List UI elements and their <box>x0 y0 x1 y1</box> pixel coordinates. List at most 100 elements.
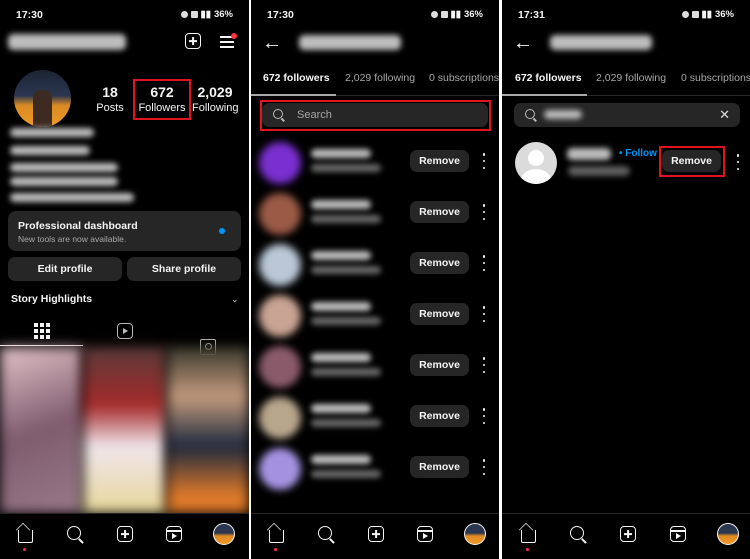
posts-stat[interactable]: 18 Posts <box>92 84 128 115</box>
more-options-icon[interactable] <box>481 408 487 424</box>
notification-dot <box>526 548 529 551</box>
home-icon <box>17 530 33 543</box>
follower-row: Remove <box>251 239 499 290</box>
follower-username-blurred[interactable] <box>311 251 371 260</box>
remove-button[interactable]: Remove <box>410 354 469 376</box>
tab-followers[interactable]: 672 followers <box>515 72 582 84</box>
remove-button[interactable]: Remove <box>410 201 469 223</box>
nav-create[interactable] <box>617 523 639 545</box>
tab-subscriptions[interactable]: 0 subscriptions <box>429 72 499 84</box>
follower-fullname-blurred <box>311 419 381 427</box>
more-options-icon[interactable] <box>481 255 487 271</box>
back-arrow-icon[interactable]: ← <box>262 33 282 53</box>
nav-profile[interactable] <box>213 523 235 545</box>
post-thumbnail[interactable] <box>166 347 249 513</box>
remove-button[interactable]: Remove <box>410 456 469 478</box>
follower-username-blurred[interactable] <box>311 200 371 209</box>
share-profile-button[interactable]: Share profile <box>127 257 241 281</box>
remove-button[interactable]: Remove <box>410 150 469 172</box>
grid-tab-icon[interactable] <box>34 323 50 339</box>
more-options-icon[interactable] <box>481 459 487 475</box>
battery-level: 36% <box>714 9 734 20</box>
more-options-icon[interactable] <box>481 204 487 220</box>
tab-subscriptions[interactable]: 0 subscriptions <box>681 72 750 84</box>
post-thumbnail[interactable] <box>83 347 166 513</box>
plus-icon <box>620 526 636 542</box>
status-bar: 17:30 ▮▮ 36% <box>251 9 499 23</box>
nav-home[interactable] <box>517 523 539 551</box>
nav-create[interactable] <box>365 523 387 545</box>
alarm-icon <box>180 11 188 18</box>
profile-avatar[interactable] <box>14 70 71 127</box>
follower-avatar[interactable] <box>259 244 301 286</box>
notification-dot <box>23 548 26 551</box>
post-thumbnail[interactable] <box>0 347 83 513</box>
more-options-icon[interactable] <box>481 153 487 169</box>
nav-reels[interactable] <box>667 523 689 545</box>
follower-username-blurred[interactable] <box>311 353 371 362</box>
tab-following[interactable]: 2,029 following <box>345 72 415 84</box>
follower-fullname-blurred <box>311 215 381 223</box>
nav-home[interactable] <box>265 523 287 551</box>
follower-avatar[interactable] <box>259 142 301 184</box>
follower-row: Remove <box>251 443 499 494</box>
follow-link[interactable]: • Follow <box>619 148 657 159</box>
battery-level: 36% <box>463 9 483 20</box>
username-blurred[interactable] <box>8 34 126 50</box>
more-options-icon[interactable] <box>481 306 487 322</box>
professional-dashboard[interactable]: Professional dashboard New tools are now… <box>8 211 241 251</box>
follower-username-blurred[interactable] <box>311 302 371 311</box>
search-icon <box>569 525 584 540</box>
follower-username-blurred[interactable] <box>311 149 371 158</box>
nav-reels[interactable] <box>414 523 436 545</box>
story-highlights-label[interactable]: Story Highlights <box>11 293 92 305</box>
home-icon <box>268 530 284 543</box>
chevron-down-icon[interactable]: ⌄ <box>231 294 239 305</box>
vibrate-icon <box>190 11 198 18</box>
bio-line <box>10 163 118 172</box>
more-options-icon[interactable] <box>735 154 741 170</box>
nav-search[interactable] <box>315 523 337 545</box>
create-button[interactable] <box>185 33 201 49</box>
reels-icon <box>417 526 433 542</box>
following-stat[interactable]: 2,029 Following <box>192 84 238 115</box>
nav-home[interactable] <box>14 523 36 551</box>
result-username-blurred[interactable] <box>567 148 611 160</box>
remove-button[interactable]: Remove <box>410 303 469 325</box>
search-bar[interactable]: ✕ <box>514 103 740 127</box>
follower-row: Remove <box>251 137 499 188</box>
profile-avatar-icon <box>717 523 739 545</box>
nav-search[interactable] <box>64 523 86 545</box>
status-bar: 17:30 ▮▮ 36% <box>0 9 249 23</box>
nav-reels[interactable] <box>163 523 185 545</box>
nav-search[interactable] <box>567 523 589 545</box>
follower-avatar[interactable] <box>259 448 301 490</box>
plus-icon <box>368 526 384 542</box>
follower-avatar[interactable] <box>259 193 301 235</box>
nav-profile[interactable] <box>464 523 486 545</box>
remove-button[interactable]: Remove <box>410 405 469 427</box>
follower-fullname-blurred <box>311 470 381 478</box>
follower-username-blurred[interactable] <box>311 404 371 413</box>
remove-button[interactable]: Remove <box>410 252 469 274</box>
tab-followers[interactable]: 672 followers <box>263 72 330 84</box>
follower-avatar[interactable] <box>259 346 301 388</box>
tab-following[interactable]: 2,029 following <box>596 72 666 84</box>
followers-highlight-box <box>133 79 191 120</box>
follower-row: Remove <box>251 290 499 341</box>
default-avatar[interactable] <box>515 142 557 184</box>
nav-create[interactable] <box>114 523 136 545</box>
back-arrow-icon[interactable]: ← <box>513 33 533 53</box>
search-input-value-blurred[interactable] <box>544 110 582 119</box>
home-icon <box>520 530 536 543</box>
more-options-icon[interactable] <box>481 357 487 373</box>
nav-profile[interactable] <box>717 523 739 545</box>
edit-profile-button[interactable]: Edit profile <box>8 257 122 281</box>
reels-tab-icon[interactable] <box>117 323 133 339</box>
clear-icon[interactable]: ✕ <box>719 107 730 123</box>
follower-fullname-blurred <box>311 164 381 172</box>
bio-line <box>10 146 90 155</box>
follower-avatar[interactable] <box>259 397 301 439</box>
follower-avatar[interactable] <box>259 295 301 337</box>
follower-username-blurred[interactable] <box>311 455 371 464</box>
